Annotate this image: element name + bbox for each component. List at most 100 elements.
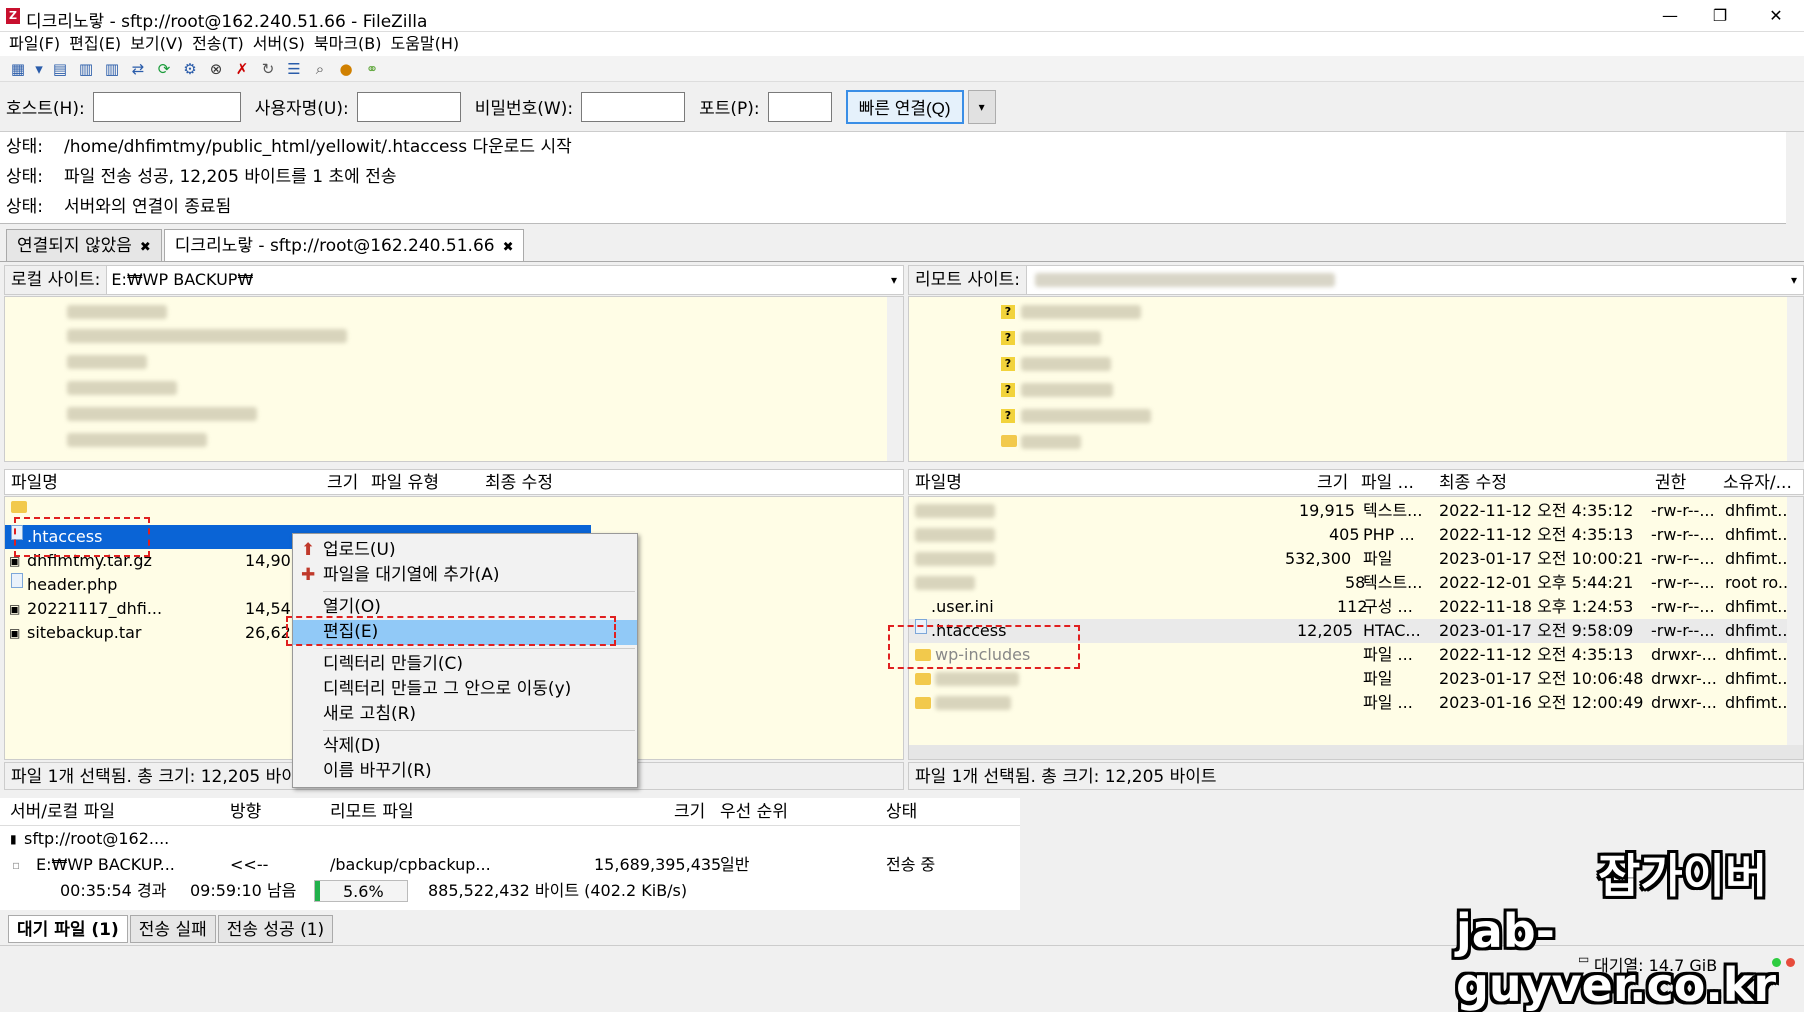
local-path-dropdown-icon[interactable]: ▾	[891, 273, 897, 287]
menu-view[interactable]: 보기(V)	[130, 32, 183, 56]
file-type: 파일 ...	[1363, 645, 1413, 664]
username-input[interactable]	[356, 91, 461, 122]
reconnect-icon[interactable]: ↻	[258, 59, 278, 79]
toggle-queue-icon[interactable]: ⇄	[128, 59, 148, 79]
list-item[interactable]: 405 PHP ... 2022-11-12 오전 4:35:13 -rw-r--..…	[909, 523, 1803, 547]
column-filename[interactable]: 파일명	[11, 471, 58, 495]
list-item[interactable]: 파일 2023-01-17 오전 10:06:48 drwxr-... dhfimt.…	[909, 667, 1803, 691]
quick-connect-button[interactable]: 빠른 연결(Q)	[845, 89, 964, 124]
local-site-bar: 로컬 사이트: E:₩WP BACKUP₩ ▾	[4, 265, 904, 295]
remote-tree-scrollbar[interactable]	[1787, 297, 1803, 461]
menu-separator	[323, 730, 635, 731]
file-size: 14,90	[245, 551, 291, 570]
menu-item-create-directory[interactable]: 디렉터리 만들기(C)	[293, 652, 637, 677]
toggle-local-tree-icon[interactable]: ▥	[76, 59, 96, 79]
list-item[interactable]: 파일 ... 2023-01-16 오전 12:00:49 drwxr-... dhf…	[909, 691, 1803, 715]
column-modified[interactable]: 최종 수정	[1439, 471, 1507, 495]
site-manager-icon[interactable]: ▦	[8, 59, 28, 79]
tab-sftp-connection[interactable]: 디크리노랗 - sftp://root@162.240.51.66 ✖	[163, 228, 525, 261]
tab-failed-transfers[interactable]: 전송 실패	[129, 915, 216, 943]
blurred-tree-item	[67, 355, 147, 369]
column-filetype[interactable]: 파일 ...	[1361, 471, 1414, 495]
menu-edit[interactable]: 편집(E)	[69, 32, 121, 56]
list-item[interactable]: .user.ini 112 구성 ... 2022-11-18 오후 1:24:53-…	[909, 595, 1803, 619]
list-item[interactable]: 58 텍스트... 2022-12-01 오후 5:44:21 -rw-r--... r…	[909, 571, 1803, 595]
file-name: header.php	[27, 575, 118, 594]
disconnect-icon[interactable]: ✗	[232, 59, 252, 79]
refresh-icon[interactable]: ⟳	[154, 59, 174, 79]
menu-item-rename[interactable]: 이름 바꾸기(R)	[293, 759, 637, 784]
menu-item-refresh[interactable]: 새로 고침(R)	[293, 702, 637, 727]
column-filename[interactable]: 파일명	[915, 471, 962, 495]
queue-transfer-row[interactable]: ▫ E:₩WP BACKUP... <<-- /backup/cpbackup.…	[0, 852, 1020, 878]
local-tree-scrollbar[interactable]	[887, 297, 903, 461]
menu-server[interactable]: 서버(S)	[253, 32, 305, 56]
queue-server-row[interactable]: ▮ sftp://root@162....	[0, 826, 1020, 852]
menu-item-upload[interactable]: ⬆ 업로드(U)	[293, 538, 637, 563]
file-permissions: -rw-r--...	[1651, 525, 1715, 544]
menu-item-create-directory-enter[interactable]: 디렉터리 만들고 그 안으로 이동(y)	[293, 677, 637, 702]
remote-path-dropdown-icon[interactable]: ▾	[1791, 273, 1797, 287]
close-button[interactable]: ✕	[1756, 4, 1796, 28]
password-input[interactable]	[581, 91, 686, 122]
remote-list-scrollbar[interactable]	[1787, 497, 1803, 745]
unknown-folder-icon: ?	[1001, 383, 1015, 397]
transfer-queue: 서버/로컬 파일 방향 리모트 파일 크기 우선 순위 상태 ▮ sftp://r…	[0, 798, 1020, 910]
find-files-icon[interactable]: ⚭	[362, 59, 382, 79]
list-item[interactable]: 532,300 파일 2023-01-17 오전 10:00:21 -rw-r--..…	[909, 547, 1803, 571]
tab-successful-transfers[interactable]: 전송 성공 (1)	[217, 915, 334, 943]
column-filetype[interactable]: 파일 유형	[371, 471, 439, 495]
remote-list-hscrollbar[interactable]	[909, 745, 1803, 759]
menu-transfer[interactable]: 전송(T)	[192, 32, 244, 56]
file-icon: ▫	[12, 858, 21, 872]
column-size[interactable]: 크기	[1317, 471, 1348, 495]
column-permissions[interactable]: 권한	[1655, 471, 1686, 495]
column-owner[interactable]: 소유자/...	[1723, 471, 1792, 495]
port-input[interactable]	[767, 91, 832, 122]
column-size[interactable]: 크기	[327, 471, 358, 495]
remote-directory-tree[interactable]: ? ? ? ? ?	[908, 296, 1804, 462]
column-modified[interactable]: 최종 수정	[485, 471, 553, 495]
port-label: 포트(P):	[699, 99, 760, 119]
column-remote-file[interactable]: 리모트 파일	[330, 798, 414, 826]
restore-button[interactable]: ❐	[1700, 4, 1740, 28]
blurred-tree-item	[1021, 305, 1141, 319]
tab-queued-files[interactable]: 대기 파일 (1)	[8, 915, 128, 943]
log-scrollbar[interactable]	[1786, 132, 1804, 224]
tab-close-icon[interactable]: ✖	[503, 240, 514, 255]
menu-help[interactable]: 도움말(H)	[390, 32, 459, 56]
column-priority[interactable]: 우선 순위	[720, 798, 788, 826]
menu-bookmarks[interactable]: 북마크(B)	[314, 32, 382, 56]
quick-connect-dropdown[interactable]: ▾	[967, 89, 996, 124]
remote-site-label: 리모트 사이트:	[909, 266, 1027, 294]
toggle-remote-tree-icon[interactable]: ▥	[102, 59, 122, 79]
column-direction[interactable]: 방향	[230, 798, 261, 826]
site-manager-dropdown-icon[interactable]: ▾	[34, 59, 44, 79]
menu-file[interactable]: 파일(F)	[9, 32, 60, 56]
toggle-log-icon[interactable]: ▤	[50, 59, 70, 79]
column-server-local[interactable]: 서버/로컬 파일	[10, 798, 115, 826]
host-input[interactable]	[92, 91, 241, 122]
sync-browse-icon[interactable]: ●	[336, 59, 356, 79]
log-label: 상태:	[6, 197, 44, 217]
file-modified: 2022-12-01 오후 5:44:21	[1439, 573, 1634, 592]
tab-not-connected[interactable]: 연결되지 않았음 ✖	[6, 228, 162, 261]
local-directory-tree[interactable]	[4, 296, 904, 462]
menu-item-add-to-queue[interactable]: ✚ 파일을 대기열에 추가(A)	[293, 563, 637, 588]
column-size[interactable]: 크기	[674, 798, 705, 826]
blurred-file-name	[915, 576, 975, 590]
file-name: 20221117_dhfi...	[27, 599, 163, 618]
list-item[interactable]: 19,915 텍스트... 2022-11-12 오전 4:35:12 -rw-r--…	[909, 499, 1803, 523]
process-queue-icon[interactable]: ⚙	[180, 59, 200, 79]
local-path-input[interactable]: E:₩WP BACKUP₩	[107, 266, 253, 294]
menu-item-delete[interactable]: 삭제(D)	[293, 734, 637, 759]
tab-close-icon[interactable]: ✖	[140, 240, 151, 255]
minimize-button[interactable]: —	[1650, 4, 1690, 28]
column-status[interactable]: 상태	[886, 798, 917, 826]
highlight-remote-htaccess	[888, 625, 1080, 669]
directory-filter-icon[interactable]: ☰	[284, 59, 304, 79]
menu-item-label: 이름 바꾸기(R)	[323, 761, 432, 781]
cancel-icon[interactable]: ⊗	[206, 59, 226, 79]
search-icon[interactable]: ⌕	[310, 59, 330, 79]
remaining-time: 09:59:10 남음	[190, 881, 297, 900]
